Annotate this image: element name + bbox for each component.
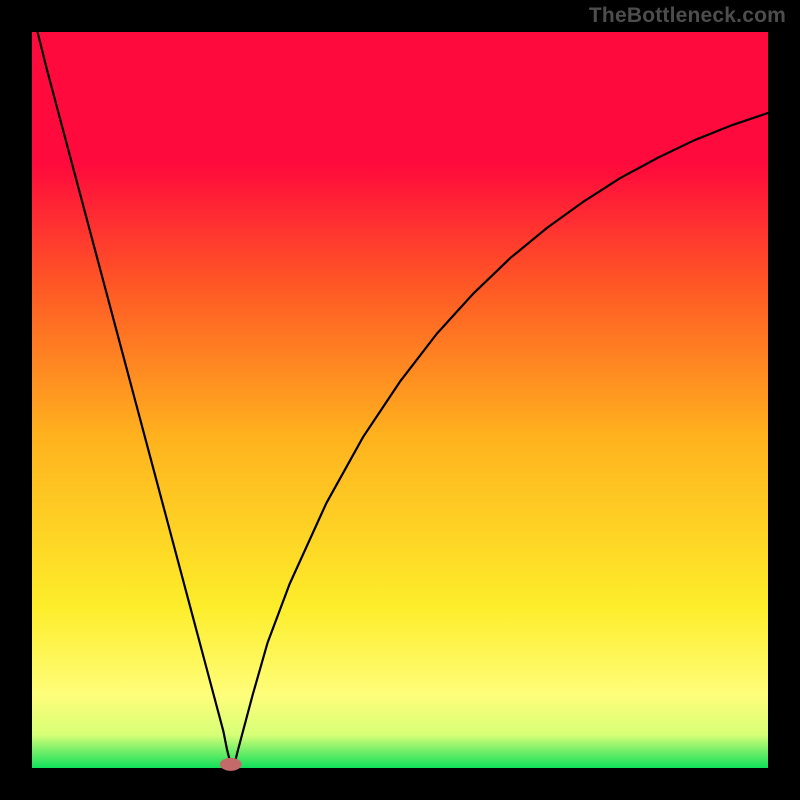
chart-svg — [0, 0, 800, 800]
chart-gradient-area — [32, 32, 768, 768]
watermark-text: TheBottleneck.com — [589, 4, 786, 28]
minimum-marker — [220, 758, 242, 771]
chart-stage: TheBottleneck.com — [0, 0, 800, 800]
